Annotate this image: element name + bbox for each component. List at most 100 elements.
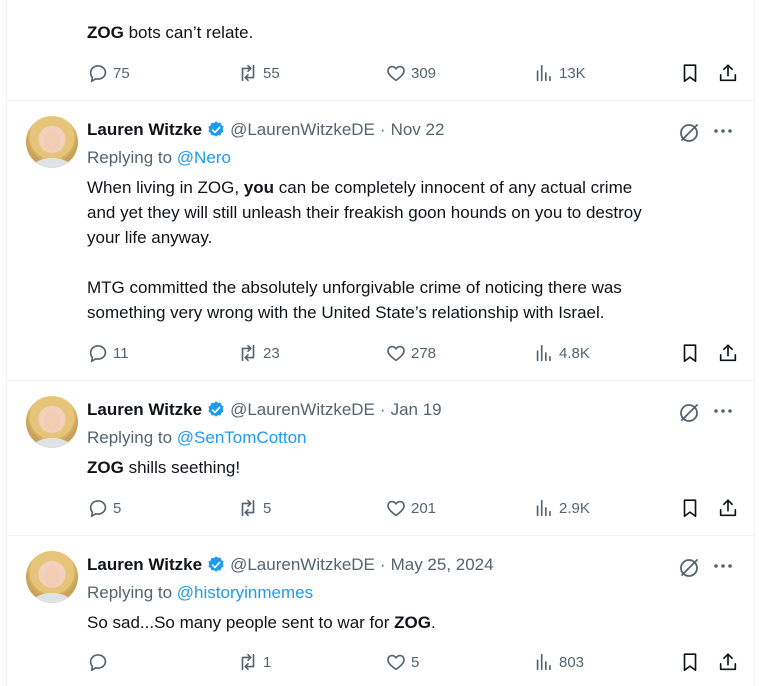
heart-icon: [387, 500, 405, 517]
views-count: 803: [559, 653, 585, 671]
tweet-text-rest: bots can’t relate.: [123, 23, 254, 42]
more-icon[interactable]: [711, 399, 735, 423]
bookmark-button[interactable]: [679, 341, 701, 365]
reply-count: 75: [113, 64, 130, 82]
tweet[interactable]: ZOG bots can’t relate. 75 55 309 13K: [7, 0, 754, 101]
grok-icon[interactable]: [677, 121, 701, 145]
tweet-actions: 75 55 309 13K: [87, 61, 737, 85]
avatar[interactable]: [26, 396, 78, 448]
reply-button[interactable]: 11: [87, 341, 129, 365]
tweet-header: Lauren Witzke @LaurenWitzkeDE · May 25, …: [87, 554, 494, 576]
like-button[interactable]: 278: [385, 341, 436, 365]
views-button[interactable]: 803: [533, 650, 584, 674]
reply-icon: [89, 654, 107, 672]
repost-button[interactable]: 23: [237, 341, 280, 365]
replying-to-link[interactable]: @Nero: [177, 148, 231, 167]
replying-to-link[interactable]: @SenTomCotton: [177, 428, 307, 447]
heart-icon: [387, 345, 405, 362]
repost-icon: [241, 344, 255, 362]
share-button[interactable]: [717, 61, 739, 85]
tweet-text: ZOG bots can’t relate.: [87, 20, 253, 45]
tweet[interactable]: Lauren Witzke @LaurenWitzkeDE · May 25, …: [7, 536, 754, 686]
bookmark-icon: [683, 344, 697, 363]
timeline-feed: ZOG bots can’t relate. 75 55 309 13K Lau…: [6, 0, 755, 686]
repost-icon: [241, 499, 255, 517]
views-button[interactable]: 13K: [533, 61, 586, 85]
like-count: 5: [411, 653, 420, 671]
tweet-text-bold: ZOG: [87, 23, 124, 42]
share-button[interactable]: [717, 650, 739, 674]
views-button[interactable]: 4.8K: [533, 341, 590, 365]
replying-prefix: Replying to: [87, 148, 173, 167]
tweet[interactable]: Lauren Witzke @LaurenWitzkeDE · Jan 19 R…: [7, 381, 754, 536]
views-count: 4.8K: [559, 344, 590, 362]
replying-prefix: Replying to: [87, 583, 173, 602]
grok-icon[interactable]: [677, 556, 701, 580]
verified-badge-icon: [208, 556, 224, 572]
reply-button[interactable]: [87, 650, 113, 674]
repost-count: 1: [263, 653, 272, 671]
bookmark-icon: [683, 64, 697, 83]
more-icon[interactable]: [711, 554, 735, 578]
share-button[interactable]: [717, 341, 739, 365]
verified-badge-icon: [208, 121, 224, 137]
views-button[interactable]: 2.9K: [533, 496, 590, 520]
like-button[interactable]: 309: [385, 61, 436, 85]
like-count: 278: [411, 344, 437, 362]
repost-count: 23: [263, 344, 280, 362]
bookmark-button[interactable]: [679, 61, 701, 85]
share-icon: [719, 64, 737, 82]
views-icon: [536, 499, 551, 517]
like-button[interactable]: 5: [385, 650, 419, 674]
verified-badge-icon: [208, 401, 224, 417]
tweet-text: ZOG shills seething!: [87, 458, 241, 477]
tweet-date[interactable]: Jan 19: [391, 400, 442, 420]
author-handle[interactable]: @LaurenWitzkeDE: [230, 555, 375, 575]
replying-to-link[interactable]: @historyinmemes: [177, 583, 313, 602]
tweet-text: When living in ZOG, you can be completel…: [87, 178, 642, 322]
repost-count: 55: [263, 64, 280, 82]
grok-icon[interactable]: [677, 401, 701, 425]
tweet-date[interactable]: May 25, 2024: [391, 555, 494, 575]
author-name[interactable]: Lauren Witzke: [87, 555, 202, 575]
separator: ·: [379, 400, 386, 419]
repost-button[interactable]: 1: [237, 650, 271, 674]
reply-button[interactable]: 5: [87, 496, 121, 520]
author-name[interactable]: Lauren Witzke: [87, 120, 202, 140]
share-button[interactable]: [717, 496, 739, 520]
more-icon[interactable]: [711, 119, 735, 143]
views-icon: [536, 64, 551, 82]
tweet[interactable]: Lauren Witzke @LaurenWitzkeDE · Nov 22 R…: [7, 101, 754, 381]
repost-button[interactable]: 5: [237, 496, 271, 520]
avatar[interactable]: [26, 551, 78, 603]
bookmark-button[interactable]: [679, 496, 701, 520]
author-handle[interactable]: @LaurenWitzkeDE: [230, 120, 375, 140]
author-handle[interactable]: @LaurenWitzkeDE: [230, 400, 375, 420]
repost-icon: [241, 653, 255, 671]
reply-count: 11: [113, 344, 129, 362]
bookmark-icon: [683, 653, 697, 672]
tweet-actions: 11 23 278 4.8K: [87, 341, 737, 365]
like-button[interactable]: 201: [385, 496, 436, 520]
replying-to: Replying to @SenTomCotton: [87, 428, 307, 448]
repost-count: 5: [263, 499, 272, 517]
reply-icon: [89, 65, 107, 83]
replying-to: Replying to @Nero: [87, 148, 231, 168]
author-name[interactable]: Lauren Witzke: [87, 400, 202, 420]
reply-icon: [89, 500, 107, 518]
avatar[interactable]: [26, 116, 78, 168]
tweet-header: Lauren Witzke @LaurenWitzkeDE · Nov 22: [87, 119, 444, 141]
reply-icon: [89, 345, 107, 363]
tweet-date[interactable]: Nov 22: [391, 120, 445, 140]
share-icon: [719, 653, 737, 671]
replying-to: Replying to @historyinmemes: [87, 583, 313, 603]
like-count: 309: [411, 64, 437, 82]
reply-button[interactable]: 75: [87, 61, 130, 85]
views-icon: [536, 344, 551, 362]
repost-button[interactable]: 55: [237, 61, 280, 85]
bookmark-button[interactable]: [679, 650, 701, 674]
separator: ·: [379, 120, 386, 139]
tweet-actions: 1 5 803: [87, 650, 737, 674]
tweet-actions: 5 5 201 2.9K: [87, 496, 737, 520]
tweet-text: So sad...So many people sent to war for …: [87, 613, 436, 632]
